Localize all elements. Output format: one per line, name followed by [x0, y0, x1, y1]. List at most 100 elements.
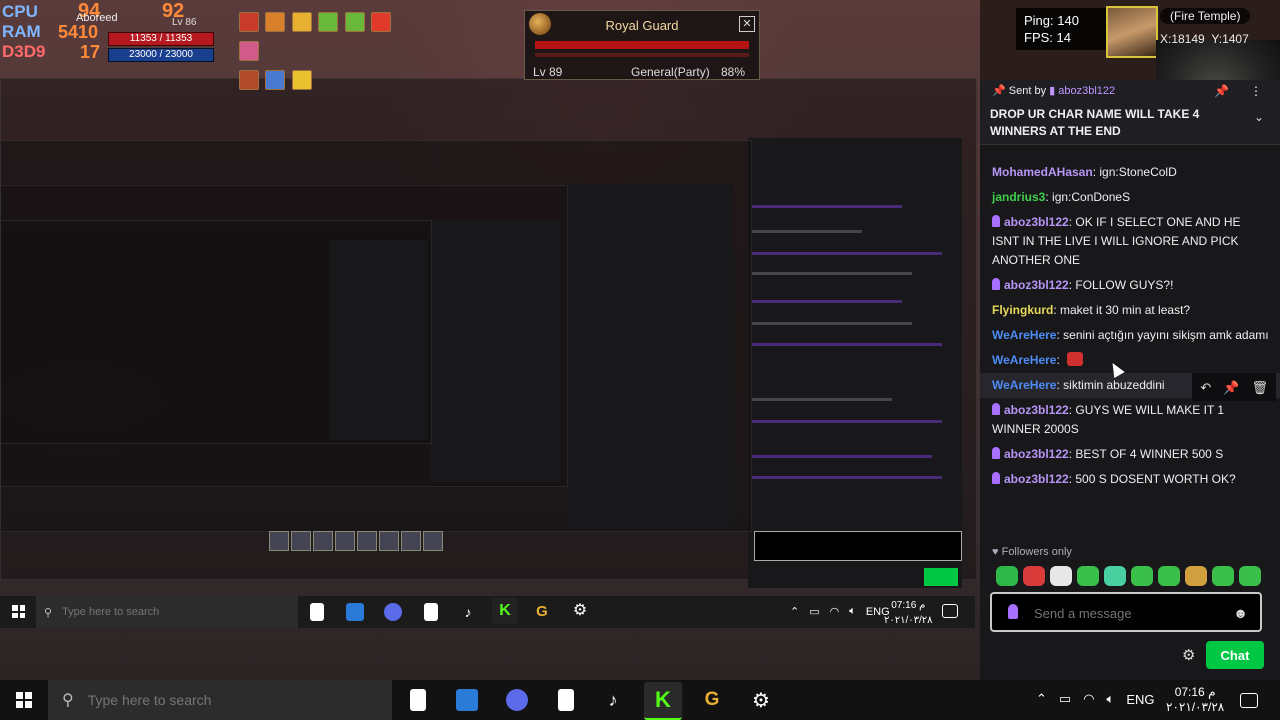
game-scene: CPU RAM D3D9 94 92 5410 17 Aboreed Lv 86…: [0, 0, 980, 680]
battery-icon[interactable]: ▭: [809, 605, 819, 618]
pinned-message[interactable]: 📌 Sent by ▮ aboz3bl122 📌 ⋮ DROP UR CHAR …: [980, 80, 1280, 145]
reply-icon[interactable]: ↶: [1200, 378, 1211, 397]
buff-icon[interactable]: [291, 12, 312, 32]
file-icon[interactable]: [410, 689, 426, 711]
tiktok-icon[interactable]: ♪: [602, 688, 624, 712]
buff-icon[interactable]: [239, 12, 259, 32]
tiktok-icon[interactable]: ♪: [460, 602, 476, 622]
nested-search-box[interactable]: ⚲: [36, 596, 298, 628]
emoji-icon[interactable]: ☻: [1233, 605, 1248, 621]
game-icon[interactable]: G: [700, 688, 724, 712]
wifi-icon[interactable]: ◠: [830, 605, 840, 618]
windows-icon[interactable]: [16, 692, 32, 708]
clock[interactable]: 07:16 م ٢٠٢١/٠٣/٢٨: [1166, 685, 1224, 715]
more-menu-icon[interactable]: ⋮: [1250, 84, 1262, 98]
chat-username[interactable]: WeAreHere: [992, 378, 1056, 392]
chat-message[interactable]: aboz3bl122: OK IF I SELECT ONE AND HE IS…: [980, 210, 1280, 273]
file-icon[interactable]: [424, 603, 438, 621]
chat-message[interactable]: WeAreHere: siktimin abuzeddini ↶ 📌 🗑: [980, 373, 1280, 401]
buff-icon[interactable]: [291, 70, 312, 90]
browser-icon[interactable]: [384, 603, 402, 621]
pinned-user[interactable]: aboz3bl122: [1058, 85, 1115, 97]
chat-message[interactable]: jandrius3: ign:ConDoneS: [980, 185, 1280, 210]
kick-icon[interactable]: K: [644, 682, 682, 720]
store-icon[interactable]: [346, 603, 364, 621]
chat-username[interactable]: aboz3bl122: [1004, 472, 1069, 486]
chat-text: siktimin abuzeddini: [1063, 378, 1165, 392]
nested-chat-3: [430, 220, 560, 482]
battery-icon[interactable]: ▭: [1059, 691, 1071, 707]
buff-icon[interactable]: [239, 41, 259, 61]
pin-icon[interactable]: 📌: [1223, 378, 1239, 397]
chat-username[interactable]: WeAreHere: [992, 353, 1056, 367]
chat-username[interactable]: jandrius3: [992, 190, 1045, 204]
nested-taskbar: ⚲ ♪ K G ⚙ ⌃ ▭ ◠ 🔈︎ ENG 07:16 م ٢٠٢١/٠٣/٢…: [0, 596, 975, 628]
chat-message[interactable]: WeAreHere:: [980, 348, 1280, 373]
game-icon[interactable]: G: [532, 601, 552, 621]
chevron-up-icon[interactable]: ⌃: [1036, 691, 1047, 707]
chat-username[interactable]: aboz3bl122: [1004, 278, 1069, 292]
emote-icon[interactable]: [1239, 566, 1261, 586]
player-portrait[interactable]: [1106, 6, 1158, 58]
buff-icon[interactable]: [371, 12, 392, 32]
chat-message[interactable]: aboz3bl122: 500 S DOSENT WORTH OK?: [980, 467, 1280, 492]
chevron-down-icon[interactable]: ⌄: [1254, 110, 1264, 124]
gear-icon[interactable]: ⚙: [748, 687, 774, 713]
buff-icon[interactable]: [239, 70, 259, 90]
search-box[interactable]: ⚲: [48, 680, 392, 720]
unpin-icon[interactable]: 📌: [1214, 84, 1229, 98]
chat-username[interactable]: WeAreHere: [992, 328, 1056, 342]
chat-message[interactable]: WeAreHere: senini açtığın yayını sikişm …: [980, 323, 1280, 348]
search-input[interactable]: [85, 691, 370, 709]
chat-text: ign:ConDoneS: [1052, 190, 1131, 204]
chat-username[interactable]: MohamedAHasan: [992, 165, 1093, 179]
emote-icon[interactable]: [1050, 566, 1072, 586]
browser-icon[interactable]: [506, 689, 528, 711]
windows-icon[interactable]: [12, 605, 25, 618]
gear-icon[interactable]: ⚙: [570, 600, 590, 620]
chat-send-button[interactable]: Chat: [1206, 641, 1264, 669]
chat-username[interactable]: aboz3bl122: [1004, 215, 1069, 229]
chat-message[interactable]: aboz3bl122: GUYS WE WILL MAKE IT 1 WINNE…: [980, 398, 1280, 442]
chat-username[interactable]: Flyingkurd: [992, 303, 1053, 317]
trash-icon[interactable]: 🗑: [1251, 378, 1268, 397]
chat-message[interactable]: aboz3bl122: BEST OF 4 WINNER 500 S: [980, 442, 1280, 467]
store-icon[interactable]: [456, 689, 478, 711]
volume-icon[interactable]: 🔈︎: [1107, 691, 1115, 707]
file-icon[interactable]: [310, 603, 324, 621]
volume-icon[interactable]: 🔈︎: [849, 605, 856, 618]
hp-bar: 11353 / 11353: [108, 32, 214, 46]
chat-message[interactable]: Flyingkurd: maket it 30 min at least?: [980, 298, 1280, 323]
notifications-icon[interactable]: [942, 604, 958, 618]
notifications-icon[interactable]: [1240, 693, 1258, 708]
nested-clock[interactable]: 07:16 م ٢٠٢١/٠٣/٢٨: [884, 598, 933, 628]
gear-icon[interactable]: ⚙: [1182, 646, 1195, 664]
buff-icon[interactable]: [318, 12, 339, 32]
clock-time: 07:16 م: [1174, 685, 1216, 699]
emote-icon[interactable]: [1104, 566, 1126, 586]
kick-icon[interactable]: K: [492, 598, 518, 624]
chat-username[interactable]: aboz3bl122: [1004, 403, 1069, 417]
emote-icon[interactable]: [1212, 566, 1234, 586]
nested-search-input[interactable]: [60, 605, 265, 619]
emote-icon[interactable]: [996, 566, 1018, 586]
emote-icon[interactable]: [1158, 566, 1180, 586]
buff-bar: [238, 10, 418, 97]
buff-icon[interactable]: [344, 12, 365, 32]
language-indicator[interactable]: ENG: [1126, 692, 1154, 707]
emote-icon[interactable]: [1131, 566, 1153, 586]
chat-input[interactable]: [1032, 602, 1226, 624]
emote-icon[interactable]: [1077, 566, 1099, 586]
emote-icon[interactable]: [1023, 566, 1045, 586]
wifi-icon[interactable]: ◠: [1083, 691, 1094, 707]
buff-icon[interactable]: [265, 70, 286, 90]
chat-message[interactable]: MohamedAHasan: ign:StoneColD: [980, 160, 1280, 185]
chat-message[interactable]: aboz3bl122: FOLLOW GUYS?!: [980, 273, 1280, 298]
chevron-up-icon[interactable]: ⌃: [790, 605, 799, 618]
buff-icon[interactable]: [265, 12, 286, 32]
send-message-box[interactable]: ☻: [990, 592, 1262, 632]
emote-icon[interactable]: [1185, 566, 1207, 586]
file-icon[interactable]: [558, 689, 574, 711]
close-icon[interactable]: ✕: [739, 16, 755, 32]
chat-username[interactable]: aboz3bl122: [1004, 447, 1069, 461]
